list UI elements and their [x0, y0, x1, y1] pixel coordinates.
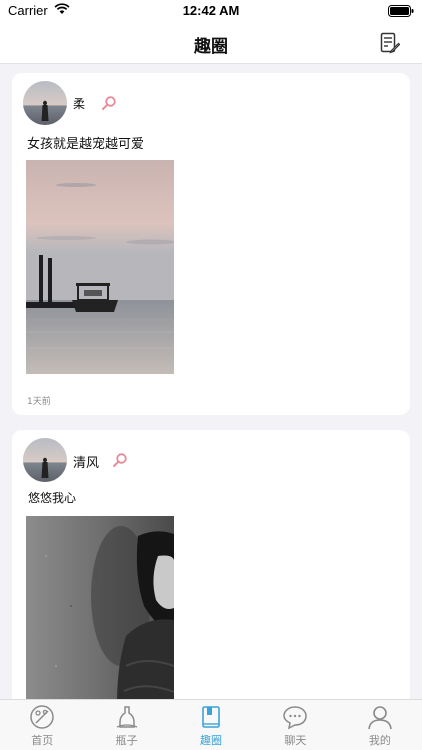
tab-label: 趣圈 — [200, 734, 223, 747]
avatar[interactable] — [23, 81, 67, 125]
username[interactable]: 柔 — [73, 95, 85, 112]
sea-sunset-boat-photo[interactable] — [26, 160, 174, 374]
navigation-bar: 趣圈 — [0, 22, 422, 64]
post-card[interactable]: 清风 悠悠我心 — [12, 430, 410, 699]
bw-woman-portrait-photo[interactable] — [26, 516, 174, 699]
feed-list[interactable]: 柔 女孩就是越宠越可爱 1天前 清风 悠悠我心 — [0, 64, 422, 699]
avatar[interactable] — [23, 438, 67, 482]
post-card[interactable]: 柔 女孩就是越宠越可爱 1天前 — [12, 73, 410, 415]
tab-chat[interactable]: 聊天 — [253, 700, 337, 750]
tab-bottle[interactable]: 瓶子 — [84, 700, 168, 750]
book-icon — [202, 706, 220, 728]
user-icon — [368, 706, 392, 730]
home-palette-icon — [30, 705, 54, 729]
battery-icon — [388, 5, 414, 17]
page-title: 趣圈 — [194, 37, 228, 57]
tab-circle[interactable]: 趣圈 — [169, 700, 253, 750]
tab-bar: 首页 瓶子 趣圈 聊天 我的 — [0, 699, 422, 750]
bottle-icon — [116, 706, 137, 728]
tab-label: 瓶子 — [115, 734, 138, 747]
username[interactable]: 清风 — [73, 452, 99, 471]
clock: 12:42 AM — [182, 3, 240, 18]
search-icon[interactable] — [101, 95, 117, 111]
tab-home[interactable]: 首页 — [0, 700, 84, 750]
tab-label: 首页 — [31, 734, 54, 747]
compose-note-icon[interactable] — [380, 32, 400, 54]
post-timestamp: 1天前 — [27, 397, 51, 407]
post-text: 女孩就是越宠越可爱 — [27, 137, 145, 152]
tab-label: 我的 — [368, 734, 391, 747]
tab-profile[interactable]: 我的 — [338, 700, 422, 750]
post-text: 悠悠我心 — [28, 491, 77, 505]
search-icon[interactable] — [112, 452, 128, 468]
status-bar: Carrier 12:42 AM — [0, 0, 422, 22]
tab-label: 聊天 — [284, 734, 307, 747]
chat-bubble-icon — [283, 706, 308, 730]
